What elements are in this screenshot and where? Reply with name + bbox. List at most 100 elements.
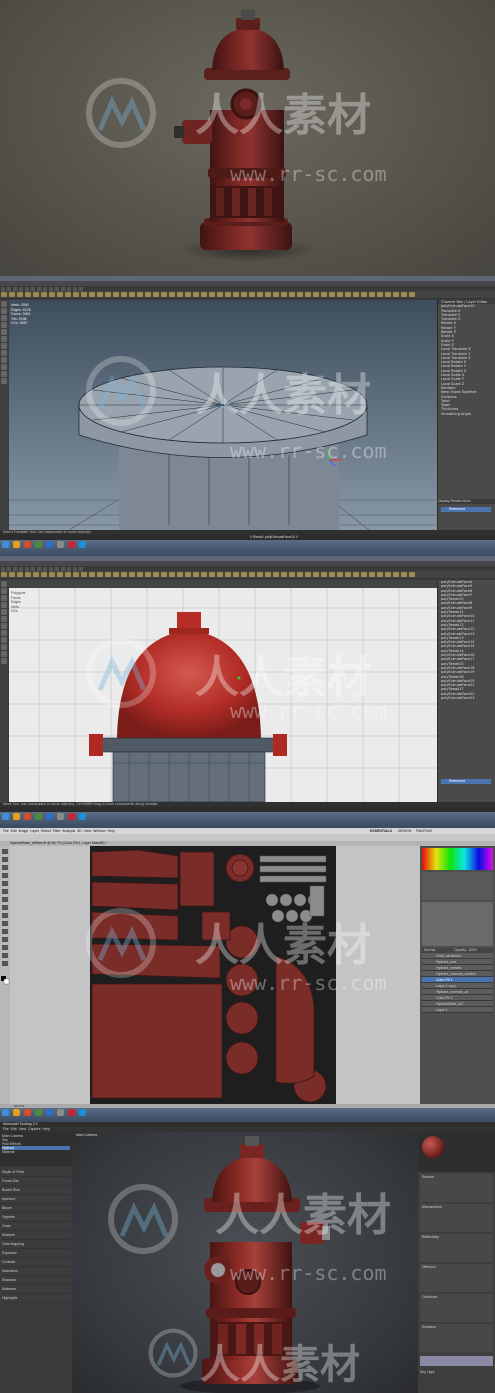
windows-taskbar[interactable]: [0, 1108, 495, 1122]
layer-reference[interactable]: Reference: [441, 507, 491, 512]
document-tab-title[interactable]: HydrantBase_diffuse.tif @ 66.7% (Color F…: [10, 841, 107, 845]
layer-tab-display[interactable]: Display: [438, 499, 449, 503]
menu-item[interactable]: Edit: [11, 1127, 17, 1131]
param-row[interactable]: Saturation: [2, 1267, 70, 1276]
layer-reference[interactable]: Reference: [441, 779, 491, 784]
layer-list[interactable]: Paint_scratches Hydrant_rust Hydrant_metal…: [422, 953, 493, 1013]
windows-taskbar[interactable]: [0, 812, 495, 828]
ps-menu-item[interactable]: Layer: [30, 829, 39, 833]
ps-menu-item[interactable]: View: [84, 829, 92, 833]
param-row[interactable]: Highlights: [2, 1294, 70, 1303]
param-row[interactable]: Bokeh Size: [2, 1186, 70, 1195]
param-row[interactable]: Depth of Field: [2, 1168, 70, 1177]
ps-menu-item[interactable]: Help: [108, 829, 115, 833]
browser-icon[interactable]: [24, 813, 31, 820]
param-row[interactable]: Focus Dist: [2, 1177, 70, 1186]
material-section[interactable]: Microsurface: [420, 1204, 493, 1232]
param-row[interactable]: Exposure: [2, 1249, 70, 1258]
color-ramp[interactable]: [422, 848, 493, 870]
maya-icon[interactable]: [57, 1109, 64, 1116]
ps-menu-item[interactable]: Filter: [53, 829, 61, 833]
maya-toolbox[interactable]: [0, 580, 8, 802]
scene-item[interactable]: Material: [2, 1150, 70, 1154]
explorer-icon[interactable]: [13, 813, 20, 820]
photoshop-icon[interactable]: [46, 1109, 53, 1116]
history-panel[interactable]: [422, 902, 493, 946]
layer-tabs[interactable]: Display Render Anim: [438, 499, 495, 504]
material-preview[interactable]: [418, 1132, 495, 1172]
scene-panel[interactable]: Main Camera Sky Post Effects Hydrant Mat…: [0, 1132, 72, 1393]
app-icon[interactable]: [68, 813, 75, 820]
param-row[interactable]: Aperture: [2, 1195, 70, 1204]
param-row[interactable]: Midtones: [2, 1285, 70, 1294]
material-sphere-icon[interactable]: [422, 1136, 444, 1158]
material-section[interactable]: Diffusion: [420, 1264, 493, 1292]
maya-toolbox[interactable]: [0, 300, 8, 530]
scene-tree[interactable]: Main Camera Sky Post Effects Hydrant Mat…: [0, 1132, 72, 1166]
ps-menu-item[interactable]: Edit: [11, 829, 17, 833]
ps-menu-item[interactable]: File: [3, 829, 9, 833]
material-sections[interactable]: Surface Microsurface Reflectivity Diffusion…: [418, 1174, 495, 1352]
layer-row[interactable]: Layer 1: [422, 1007, 493, 1013]
marmoset-viewport[interactable]: Main Camera: [72, 1132, 418, 1393]
param-row[interactable]: Grain: [2, 1222, 70, 1231]
skype-icon[interactable]: [79, 1109, 86, 1116]
adjustments-panel[interactable]: [422, 872, 493, 900]
ps-panels[interactable]: Normal Opacity: 100% Paint_scratches Hydr…: [420, 846, 495, 1104]
ps-menu-item[interactable]: Image: [19, 829, 29, 833]
layer-tab-anim[interactable]: Anim: [463, 499, 471, 503]
param-row[interactable]: Tone Mapping: [2, 1240, 70, 1249]
photoshop-icon[interactable]: [46, 813, 53, 820]
menu-item[interactable]: File: [3, 1127, 9, 1131]
history-node-item[interactable]: polyExtrudeFace23: [438, 696, 495, 700]
viewport-panel-menu[interactable]: [9, 580, 437, 588]
maya-viewport-perspective[interactable]: Verts: 3080 Edges: 6128 Faces: 3063 Tris…: [9, 300, 437, 530]
photoshop-icon[interactable]: [46, 541, 53, 548]
param-row[interactable]: Sharpen: [2, 1231, 70, 1240]
layer-tab-render[interactable]: Render: [450, 499, 461, 503]
start-icon[interactable]: [2, 541, 9, 548]
windows-taskbar[interactable]: [0, 540, 495, 556]
channel-list[interactable]: polyExtrudeFace10 Translate X Translate YT…: [438, 304, 495, 416]
ps-menu-item[interactable]: Window: [93, 829, 105, 833]
param-row[interactable]: Contrast: [2, 1258, 70, 1267]
channel-item[interactable]: Smoothing Angle: [438, 412, 495, 416]
maya-channel-box[interactable]: Channel Box / Layer Editor polyExtrudeFa…: [437, 300, 495, 530]
browser-icon[interactable]: [24, 1109, 31, 1116]
material-section[interactable]: Occlusion: [420, 1294, 493, 1322]
material-section[interactable]: Surface: [420, 1174, 493, 1202]
menu-item[interactable]: Capture: [28, 1127, 40, 1131]
explorer-icon[interactable]: [13, 541, 20, 548]
menu-item[interactable]: View: [19, 1127, 27, 1131]
sky-swatch[interactable]: [420, 1356, 493, 1366]
param-row[interactable]: Vignette: [2, 1213, 70, 1222]
material-section[interactable]: Reflectivity: [420, 1234, 493, 1262]
ps-toolbox[interactable]: [0, 846, 10, 1104]
material-panel[interactable]: Surface Microsurface Reflectivity Diffusion…: [418, 1132, 495, 1393]
maya-shelf[interactable]: [0, 571, 495, 579]
param-row[interactable]: Bloom: [2, 1204, 70, 1213]
start-icon[interactable]: [2, 1109, 9, 1116]
start-icon[interactable]: [2, 813, 9, 820]
ps-tool-icons[interactable]: [0, 846, 10, 1046]
maya-viewport-ortho[interactable]: Polygons Faces Edges Verts UVs: [9, 588, 437, 802]
param-row[interactable]: Shadows: [2, 1276, 70, 1285]
app-icon[interactable]: [68, 1109, 75, 1116]
maya-icon[interactable]: [57, 541, 64, 548]
menu-item[interactable]: Help: [42, 1127, 49, 1131]
ps-menu-item[interactable]: 3D: [77, 829, 81, 833]
ps-canvas-area[interactable]: [10, 846, 420, 1104]
ps-options-bar[interactable]: [0, 834, 495, 841]
maya-shelf[interactable]: [0, 291, 495, 299]
history-list[interactable]: polyExtrudeFace4 polyExtrudeFace5 polyExtr…: [438, 580, 495, 700]
maya-icon[interactable]: [57, 813, 64, 820]
camera-settings[interactable]: Depth of Field Focus Dist Bokeh Size Apertu…: [0, 1166, 72, 1305]
layers-panel[interactable]: Normal Opacity: 100% Paint_scratches Hydr…: [422, 948, 493, 1013]
app-icon[interactable]: [35, 1109, 42, 1116]
explorer-icon[interactable]: [13, 1109, 20, 1116]
ps-menu-item[interactable]: Analysis: [62, 829, 75, 833]
material-section[interactable]: Emissive: [420, 1324, 493, 1352]
app-icon[interactable]: [35, 541, 42, 548]
blend-mode-value[interactable]: Normal: [424, 948, 435, 952]
browser-icon[interactable]: [24, 541, 31, 548]
